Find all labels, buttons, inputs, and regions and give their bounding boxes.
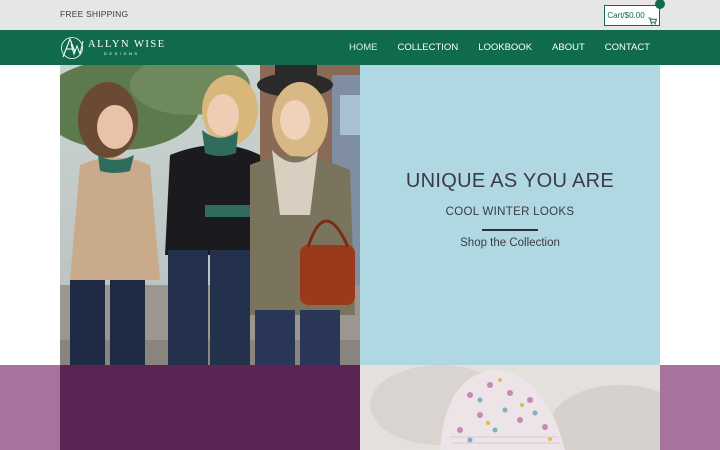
- nav-about[interactable]: ABOUT: [552, 42, 585, 53]
- hero-photo: [60, 65, 360, 365]
- promo-band-right: [660, 365, 720, 450]
- top-bar: FREE SHIPPING Cart/$0.00: [0, 0, 720, 30]
- cart-label: Cart/$0.00: [607, 11, 645, 20]
- nav-contact[interactable]: CONTACT: [605, 42, 650, 53]
- main-nav: ALLYN WISE DESIGNS HOME COLLECTION LOOKB…: [0, 30, 720, 65]
- monogram-icon: [61, 37, 84, 59]
- hero-divider: [482, 229, 538, 231]
- cart-icon: [648, 12, 657, 25]
- promo-band-left: [0, 365, 60, 450]
- free-shipping-text: FREE SHIPPING: [60, 9, 129, 19]
- nav-home[interactable]: HOME: [349, 42, 378, 53]
- cart-button[interactable]: Cart/$0.00: [604, 0, 665, 26]
- hero-headline: UNIQUE AS YOU ARE: [405, 170, 615, 192]
- cart-count-badge: [655, 0, 665, 9]
- nav-menu: HOME COLLECTION LOOKBOOK ABOUT CONTACT: [349, 30, 650, 65]
- nav-lookbook[interactable]: LOOKBOOK: [478, 42, 532, 53]
- hero-panel: UNIQUE AS YOU ARE COOL WINTER LOOKS Shop…: [360, 65, 660, 365]
- hero-subhead: COOL WINTER LOOKS: [445, 206, 575, 218]
- site-logo[interactable]: ALLYN WISE DESIGNS: [60, 36, 166, 60]
- promo-tile-dark[interactable]: [60, 365, 360, 450]
- beanie-photo[interactable]: [360, 365, 660, 450]
- brand-sub: DESIGNS: [104, 51, 140, 57]
- brand-name: ALLYN WISE: [88, 38, 166, 50]
- shop-collection-link[interactable]: Shop the Collection: [360, 237, 660, 249]
- nav-collection[interactable]: COLLECTION: [397, 42, 458, 53]
